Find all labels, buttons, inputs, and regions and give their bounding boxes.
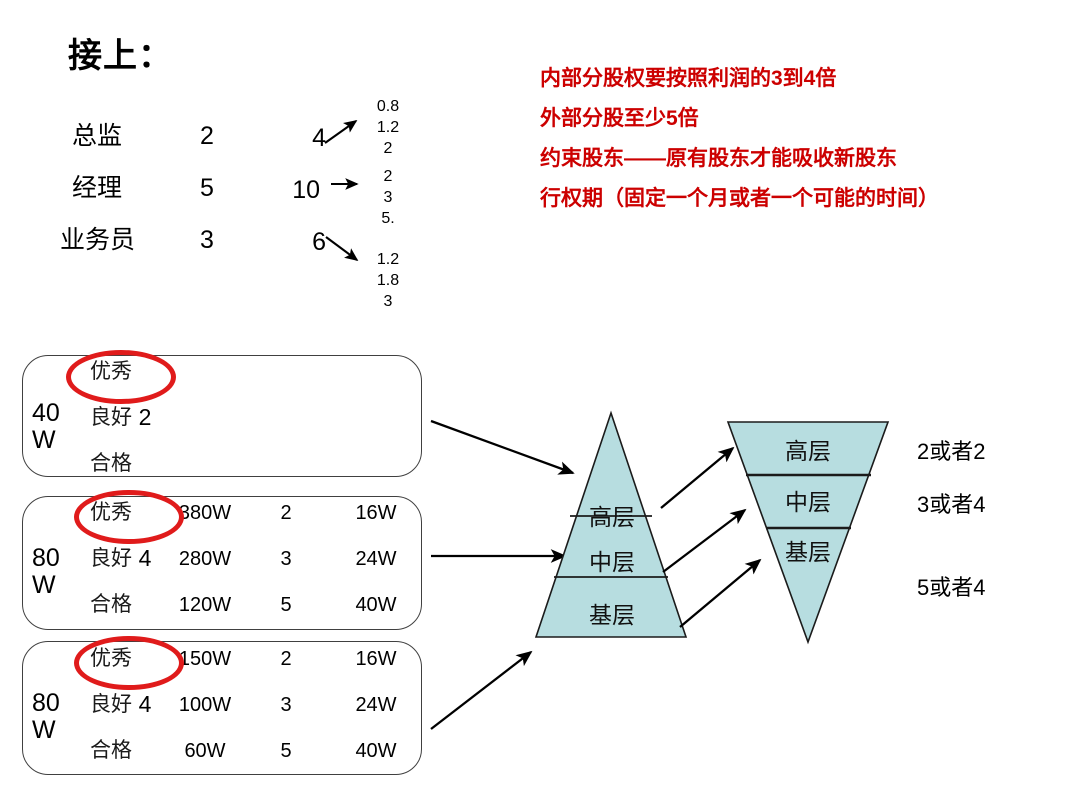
arrow-box3-to-pyramid [430,650,533,730]
arrow-pyramid-to-funnel-base [679,558,762,628]
pyramid-tier-1: 中层 [589,549,635,575]
diagram-overlay [430,410,890,730]
funnel-tier-0: 高层 [785,438,831,464]
funnel-tier-1: 中层 [785,489,831,515]
arrow-pyramid-to-funnel-top [660,446,735,509]
side-label-0: 2或者2 [917,439,986,464]
funnel-tier-2: 基层 [785,539,831,565]
arrow-pyramid-to-funnel-mid [662,508,747,573]
slide-canvas: 接上： 总监 2 4 0.8 1.2 2 经理 5 10 2 3 5. 业务员 … [0,0,1080,810]
side-label-1: 3或者4 [917,492,986,517]
pyramid-tier-2: 基层 [589,602,635,628]
arrow-box1-to-pyramid [430,419,575,475]
pyramid-tier-0: 高层 [589,504,635,530]
side-label-2: 5或者4 [917,575,986,600]
